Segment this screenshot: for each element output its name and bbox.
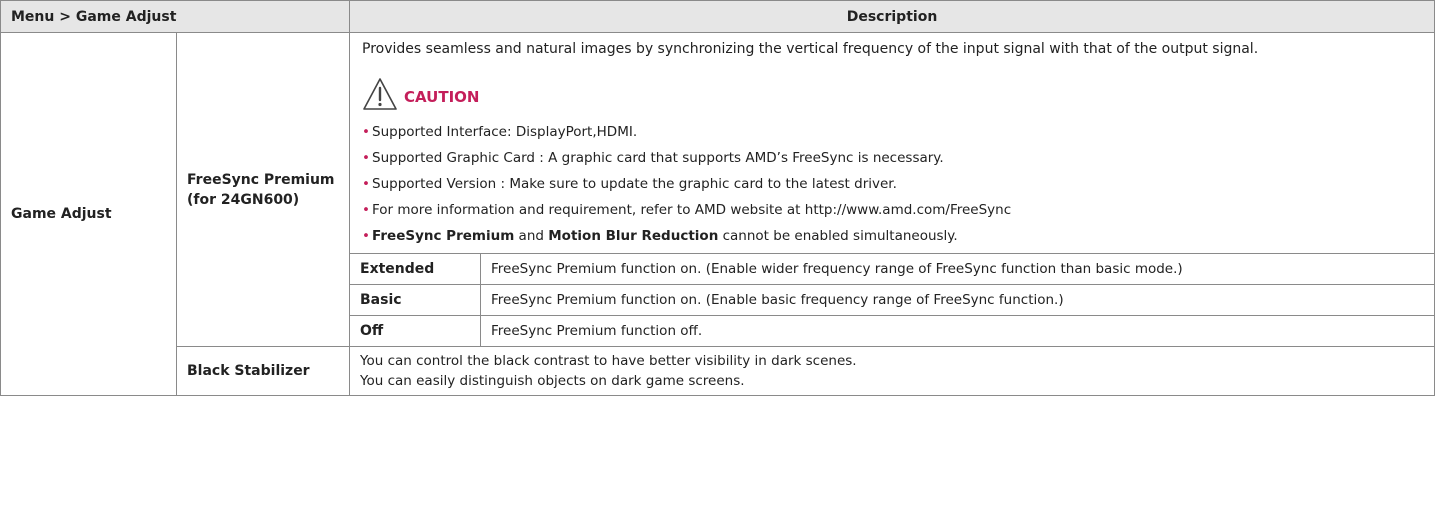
note-rest: cannot be enabled simultaneously. (718, 228, 958, 244)
option-name: Off (349, 315, 482, 347)
freesync-description: Provides seamless and natural images by … (349, 32, 1436, 254)
bullet-icon: • (362, 150, 370, 166)
freesync-intro-row: Game Adjust FreeSync Premium (for 24GN60… (0, 32, 1436, 396)
caution-label: CAUTION (404, 88, 480, 106)
freesync-label-line2: (for 24GN600) (187, 191, 300, 208)
note-and: and (514, 228, 549, 244)
caution-note-item: • For more information and requirement, r… (362, 197, 1422, 223)
option-desc: FreeSync Premium function on. (Enable ba… (480, 284, 1436, 316)
black-stabilizer-line1: You can control the black contrast to ha… (360, 353, 857, 369)
freesync-intro-text: Provides seamless and natural images by … (362, 41, 1259, 57)
note-bold-freesync: FreeSync Premium (372, 228, 515, 244)
bullet-icon: • (362, 228, 370, 244)
note-text: Supported Interface: DisplayPort,HDMI. (372, 124, 638, 140)
warning-triangle-icon (362, 77, 398, 111)
caution-note-item: • FreeSync Premium and Motion Blur Reduct… (362, 223, 1422, 249)
option-name: Extended (349, 253, 482, 285)
note-text: Supported Graphic Card : A graphic card … (372, 150, 944, 166)
option-desc: FreeSync Premium function off. (480, 315, 1436, 347)
bullet-icon: • (362, 124, 370, 140)
game-adjust-label: Game Adjust (0, 32, 177, 396)
bullet-icon: • (362, 176, 370, 192)
note-text: Supported Version : Make sure to update … (372, 176, 897, 192)
game-adjust-table: Menu > Game Adjust Description Game Adju… (0, 0, 1436, 396)
option-name: Basic (349, 284, 482, 316)
caution-note-item: • Supported Graphic Card : A graphic card… (362, 145, 1422, 171)
black-stabilizer-label: Black Stabilizer (175, 346, 351, 396)
table-header-row: Menu > Game Adjust Description (0, 0, 1436, 33)
note-text: For more information and requirement, re… (372, 202, 1012, 218)
manual-page: Menu > Game Adjust Description Game Adju… (0, 0, 1445, 511)
option-desc: FreeSync Premium function on. (Enable wi… (480, 253, 1436, 285)
black-stabilizer-description: You can control the black contrast to ha… (349, 346, 1436, 396)
menu-path-header: Menu > Game Adjust (0, 0, 351, 33)
freesync-label-line1: FreeSync Premium (187, 171, 335, 188)
description-header: Description (349, 0, 1436, 33)
caution-notes: • Supported Interface: DisplayPort,HDMI. … (362, 119, 1422, 249)
bullet-icon: • (362, 202, 370, 218)
black-stabilizer-row: Black Stabilizer You can control the bla… (1, 346, 1436, 396)
black-stabilizer-line2: You can easily distinguish objects on da… (360, 373, 745, 389)
caution-note-item: • Supported Interface: DisplayPort,HDMI. (362, 119, 1422, 145)
note-bold-motion-blur: Motion Blur Reduction (548, 228, 719, 244)
caution-note-item: • Supported Version : Make sure to update… (362, 171, 1422, 197)
caution-heading: CAUTION (362, 73, 1422, 111)
freesync-premium-label: FreeSync Premium (for 24GN600) (175, 32, 351, 347)
